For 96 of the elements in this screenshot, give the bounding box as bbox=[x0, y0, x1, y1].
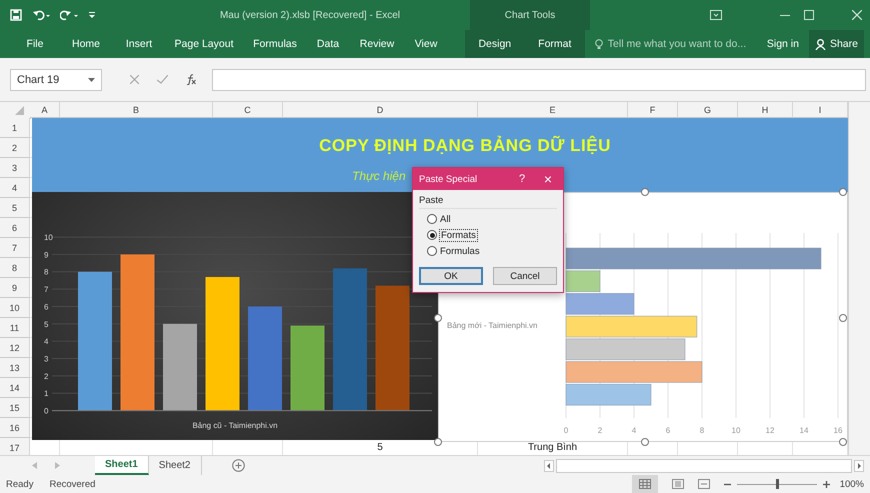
ribbon-tab[interactable]: Formulas bbox=[244, 30, 306, 58]
axis-tick-label: 8 bbox=[700, 426, 704, 435]
option-label[interactable]: Formulas bbox=[440, 246, 480, 256]
undo-icon[interactable] bbox=[32, 9, 50, 21]
row-header[interactable]: 12 bbox=[0, 338, 30, 358]
customize-icon[interactable] bbox=[88, 10, 96, 20]
row-header[interactable]: 17 bbox=[0, 438, 30, 455]
resize-handle[interactable] bbox=[839, 438, 847, 446]
ribbon-tab[interactable]: Page Layout bbox=[164, 30, 244, 58]
sign-in-link[interactable]: Sign in bbox=[762, 38, 803, 50]
save-icon[interactable] bbox=[10, 9, 22, 21]
name-box[interactable]: Chart 19 bbox=[10, 68, 102, 90]
row-header[interactable]: 7 bbox=[0, 238, 30, 258]
column-header[interactable]: G bbox=[678, 102, 738, 118]
horizontal-scrollbar[interactable] bbox=[556, 458, 852, 472]
axis-tick-label: 4 bbox=[632, 426, 636, 435]
scroll-right-icon[interactable] bbox=[854, 460, 864, 472]
ok-button[interactable]: OK bbox=[419, 267, 483, 285]
row-header[interactable]: 14 bbox=[0, 378, 30, 398]
option-label[interactable]: Formats bbox=[440, 230, 477, 240]
radio-button[interactable] bbox=[427, 214, 437, 224]
page-layout-icon[interactable] bbox=[672, 479, 684, 489]
ribbon-tab[interactable]: File bbox=[12, 30, 58, 58]
close-button[interactable]: × bbox=[533, 171, 563, 187]
column-header[interactable]: D bbox=[283, 102, 478, 118]
help-button[interactable]: ? bbox=[511, 173, 533, 185]
row-header[interactable]: 16 bbox=[0, 418, 30, 438]
row-header[interactable]: 15 bbox=[0, 398, 30, 418]
axis-tick-label: 6 bbox=[666, 426, 670, 435]
row-header[interactable]: 4 bbox=[0, 178, 30, 198]
row-header[interactable]: 8 bbox=[0, 258, 30, 278]
axis-tick-label: 0 bbox=[564, 426, 568, 435]
add-sheet-icon[interactable] bbox=[232, 459, 244, 472]
zoom-level[interactable]: 100% bbox=[840, 478, 864, 490]
column-header[interactable]: B bbox=[60, 102, 213, 118]
column-header[interactable]: A bbox=[30, 102, 60, 118]
function-icon[interactable] bbox=[186, 74, 196, 85]
status-text: Ready bbox=[6, 478, 34, 490]
normal-view-button[interactable] bbox=[632, 475, 658, 493]
row-header[interactable]: 13 bbox=[0, 358, 30, 378]
column-header[interactable]: H bbox=[738, 102, 793, 118]
radio-button[interactable] bbox=[427, 246, 437, 256]
group-label: Paste bbox=[419, 195, 557, 209]
formula-input[interactable] bbox=[212, 68, 866, 90]
column-header[interactable]: E bbox=[478, 102, 628, 118]
sheet-tab[interactable]: Sheet1 bbox=[95, 456, 149, 475]
share-button[interactable]: Share bbox=[808, 30, 864, 58]
row-header[interactable]: 6 bbox=[0, 218, 30, 238]
ribbon-tab[interactable]: View bbox=[404, 30, 448, 58]
ribbon-display-icon[interactable] bbox=[710, 10, 722, 20]
row-header[interactable]: 3 bbox=[0, 158, 30, 178]
chart-title: Bảng mới - Taimienphi.vn bbox=[447, 321, 538, 330]
axis-tick-label: 16 bbox=[834, 426, 842, 435]
maximize-icon[interactable] bbox=[804, 10, 814, 20]
radio-button[interactable] bbox=[427, 230, 437, 240]
context-title: Chart Tools bbox=[470, 0, 590, 30]
zoom-in-icon[interactable] bbox=[822, 480, 830, 488]
banner-title: COPY ĐỊNH DẠNG BẢNG DỮ LIỆU bbox=[319, 136, 611, 156]
column-header[interactable]: I bbox=[793, 102, 848, 118]
cancel-button[interactable]: Cancel bbox=[493, 267, 557, 285]
person-icon bbox=[814, 38, 826, 50]
resize-handle[interactable] bbox=[641, 438, 649, 446]
axis-tick-label: 12 bbox=[766, 426, 774, 435]
resize-handle[interactable] bbox=[434, 438, 442, 446]
ribbon-tab[interactable]: Review bbox=[350, 30, 404, 58]
ribbon-tab[interactable]: Format bbox=[524, 30, 585, 58]
grid-icon bbox=[638, 479, 651, 489]
row-header[interactable]: 10 bbox=[0, 298, 30, 318]
row-header[interactable]: 1 bbox=[0, 118, 30, 138]
ribbon-tab[interactable]: Design bbox=[464, 30, 525, 58]
status-text: Recovered bbox=[49, 478, 96, 490]
redo-icon[interactable] bbox=[60, 9, 78, 21]
zoom-slider-thumb[interactable] bbox=[776, 478, 779, 488]
row-header[interactable]: 9 bbox=[0, 278, 30, 298]
ribbon-tab[interactable]: Data bbox=[306, 30, 350, 58]
row-header[interactable]: 5 bbox=[0, 198, 30, 218]
lightbulb-icon bbox=[594, 38, 603, 50]
column-header[interactable]: C bbox=[213, 102, 283, 118]
axis-tick-label: 10 bbox=[732, 426, 740, 435]
dropdown-icon bbox=[88, 78, 95, 82]
page-break-icon[interactable] bbox=[698, 479, 710, 489]
row-header[interactable]: 2 bbox=[0, 138, 30, 158]
close-icon[interactable] bbox=[852, 10, 862, 20]
row-header[interactable]: 11 bbox=[0, 318, 30, 338]
vertical-scrollbar[interactable] bbox=[848, 102, 870, 455]
ribbon-tab[interactable]: Insert bbox=[114, 30, 164, 58]
ribbon-tab[interactable]: Home bbox=[58, 30, 114, 58]
scroll-left-icon[interactable] bbox=[544, 460, 554, 472]
window-title: Mau (version 2).xlsb [Recovered] - Excel bbox=[218, 10, 402, 20]
dialog-title: Paste Special bbox=[419, 174, 478, 184]
tell-me-search[interactable]: Tell me what you want to do... bbox=[594, 30, 763, 58]
column-header[interactable]: F bbox=[628, 102, 678, 118]
axis-tick-label: 2 bbox=[598, 426, 602, 435]
option-label[interactable]: All bbox=[440, 214, 451, 224]
banner-subtitle: Thực hiện bbox=[352, 169, 406, 183]
axis-tick-label: 14 bbox=[800, 426, 808, 435]
